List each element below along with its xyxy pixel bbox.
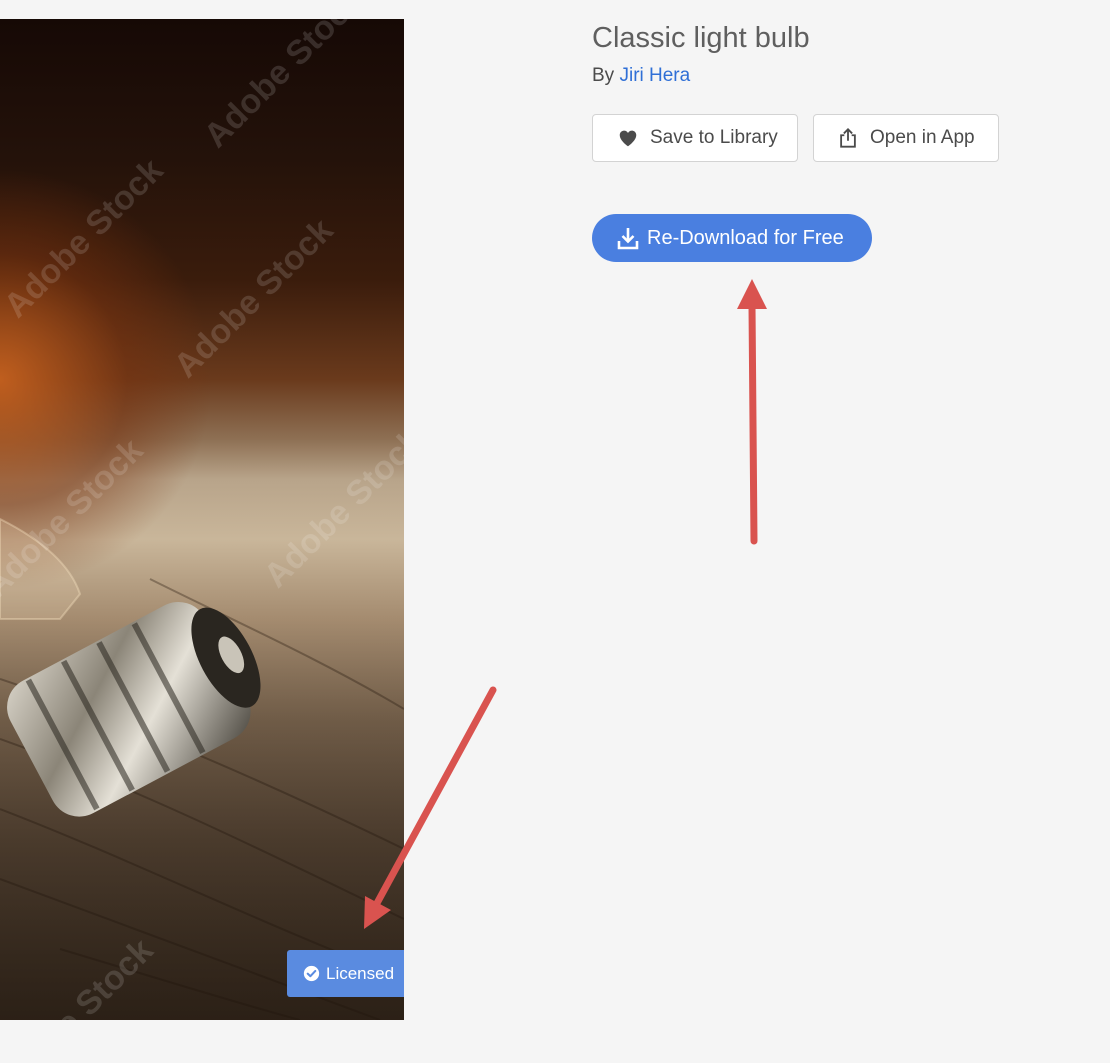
redownload-label: Re-Download for Free	[647, 226, 844, 249]
check-circle-icon	[303, 965, 320, 982]
share-icon	[837, 127, 859, 149]
licensed-label: Licensed	[326, 963, 395, 983]
open-in-app-label: Open in App	[870, 127, 975, 148]
redownload-button[interactable]: Re-Download for Free	[592, 214, 872, 262]
asset-preview-image[interactable]: Adobe Stock Adobe Stock Adobe Stock Adob…	[0, 19, 404, 1020]
save-to-library-label: Save to Library	[650, 127, 778, 148]
save-to-library-button[interactable]: Save to Library	[592, 114, 798, 162]
asset-detail-page: Adobe Stock Adobe Stock Adobe Stock Adob…	[0, 0, 1110, 1063]
asset-title: Classic light bulb	[592, 22, 810, 54]
heart-icon	[617, 127, 639, 149]
open-in-app-button[interactable]: Open in App	[813, 114, 999, 162]
licensed-badge: Licensed	[287, 950, 404, 997]
arrow-to-download-button	[737, 279, 767, 545]
light-bulb-illustration	[0, 517, 404, 1020]
author-byline: By Jiri Hera	[592, 65, 690, 87]
author-link[interactable]: Jiri Hera	[619, 65, 690, 86]
download-icon	[617, 226, 639, 250]
by-label: By	[592, 65, 615, 86]
